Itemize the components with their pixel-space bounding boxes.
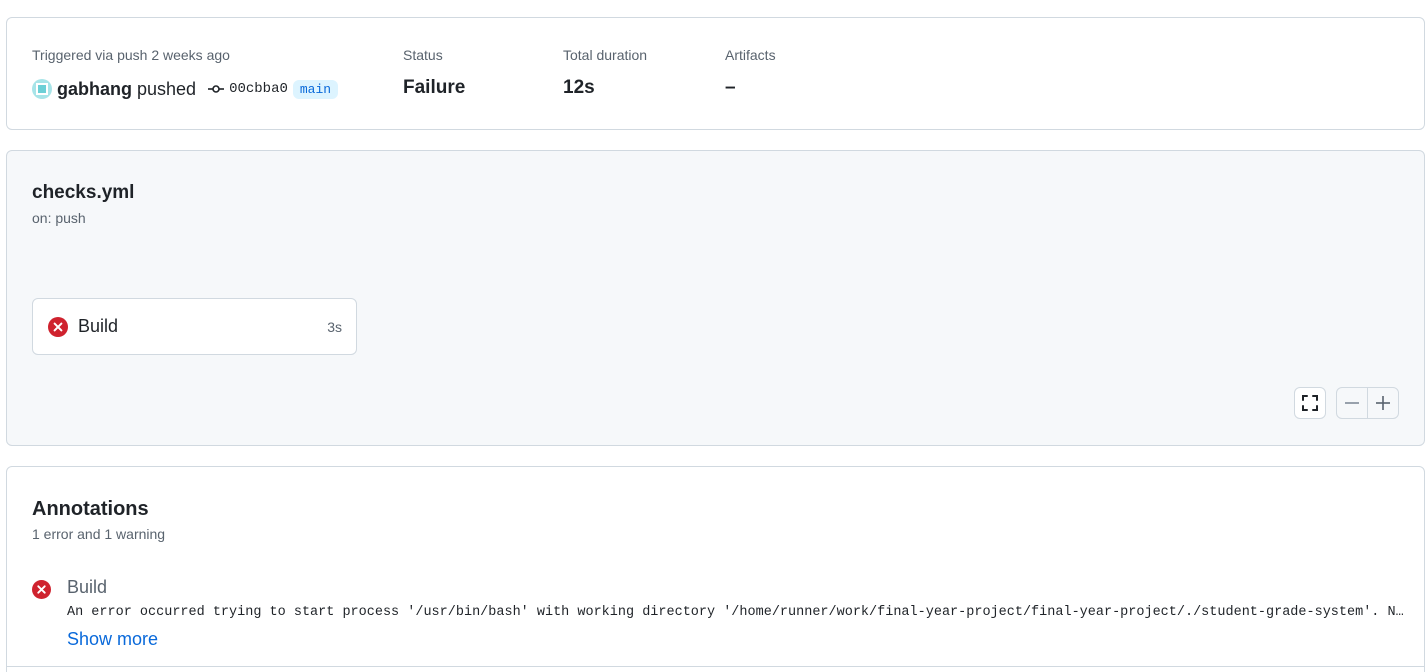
trigger-label: Triggered via push 2 weeks ago	[32, 47, 230, 63]
workflow-trigger: on: push	[32, 210, 86, 226]
workflow-graph-panel: checks.yml on: push Build 3s	[6, 150, 1425, 446]
fullscreen-button[interactable]	[1294, 387, 1326, 419]
avatar[interactable]	[32, 79, 52, 99]
minus-icon	[1344, 395, 1360, 411]
annotations-summary: 1 error and 1 warning	[32, 526, 166, 542]
show-more-button[interactable]: Show more	[67, 629, 158, 650]
trigger-details: gabhang pushed 00cbba0 main	[32, 77, 339, 101]
duration-label: Total duration	[563, 47, 648, 63]
x-circle-fill-icon	[48, 316, 68, 337]
duration-value: 12s	[563, 77, 595, 98]
artifacts-value: –	[725, 77, 736, 98]
status-value: Failure	[403, 77, 466, 98]
annotation-job-link[interactable]: Build	[67, 577, 107, 598]
actor-link[interactable]: gabhang	[57, 79, 132, 100]
fullscreen-icon	[1301, 394, 1319, 412]
branch-label[interactable]: main	[292, 79, 339, 99]
git-commit-icon	[208, 81, 225, 97]
run-summary-panel: Triggered via push 2 weeks ago gabhang p…	[6, 17, 1425, 130]
annotations-panel: Annotations 1 error and 1 warning Build …	[6, 466, 1425, 672]
zoom-controls	[1336, 387, 1399, 419]
zoom-out-button[interactable]	[1337, 388, 1367, 418]
x-circle-fill-icon	[32, 580, 51, 604]
zoom-in-button[interactable]	[1367, 388, 1398, 418]
job-card-build[interactable]: Build 3s	[32, 298, 357, 355]
workflow-file-name: checks.yml	[32, 182, 135, 203]
action-text: pushed	[137, 78, 197, 99]
annotations-title: Annotations	[32, 498, 149, 520]
artifacts-label: Artifacts	[725, 47, 776, 63]
divider	[7, 666, 1424, 667]
status-label: Status	[403, 47, 443, 63]
job-duration: 3s	[327, 318, 342, 335]
plus-icon	[1375, 395, 1391, 411]
job-name: Build	[78, 316, 119, 336]
commit-sha-link[interactable]: 00cbba0	[229, 81, 288, 97]
annotation-message: An error occurred trying to start proces…	[67, 605, 1405, 620]
